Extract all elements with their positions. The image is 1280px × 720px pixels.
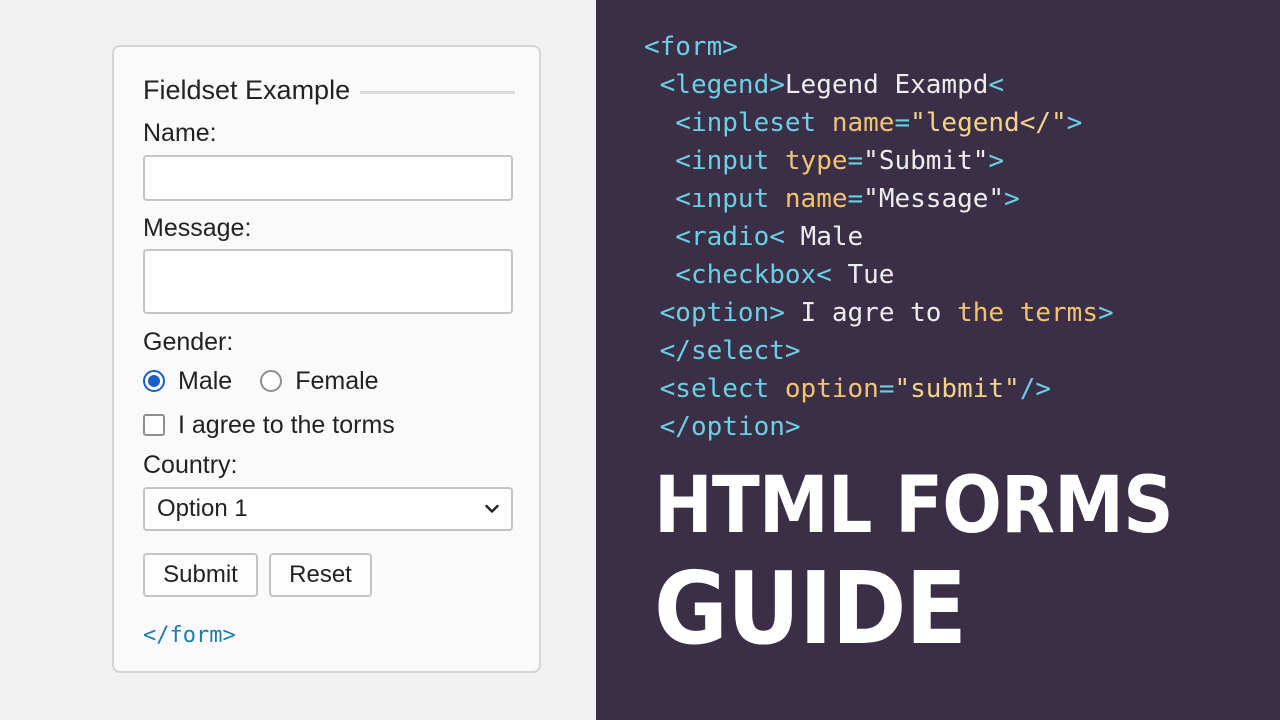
- country-selected-value: Option 1: [157, 495, 248, 522]
- code-token: <ınput: [644, 184, 785, 214]
- gender-label: Gender:: [143, 328, 234, 356]
- code-token: <legend>: [644, 70, 785, 100]
- fieldset-legend: Fieldset Example: [143, 73, 515, 107]
- code-line: <form>: [644, 28, 1114, 66]
- code-token: name: [784, 184, 848, 214]
- code-line: <input type="Submit">: [644, 142, 1114, 180]
- code-token: </option>: [644, 412, 801, 442]
- legend-divider: [360, 90, 515, 94]
- agree-checkbox[interactable]: [143, 414, 165, 436]
- country-select[interactable]: Option 1: [143, 487, 513, 531]
- code-token: </select>: [644, 336, 801, 366]
- code-token: =: [878, 374, 895, 404]
- code-token: <checkbox<: [644, 260, 848, 290]
- code-line: <inpleset name="legend</">: [644, 104, 1114, 142]
- code-panel: <form> <legend>Legend Exampd< <inpleset …: [596, 0, 1280, 720]
- code-token: <select: [644, 374, 785, 404]
- code-line: <legend>Legend Exampd<: [644, 66, 1114, 104]
- radio-female[interactable]: [260, 370, 283, 392]
- code-token: Male: [800, 222, 864, 252]
- message-label: Message:: [143, 214, 252, 242]
- code-token: >: [1097, 298, 1114, 328]
- code-token: "legend</": [910, 108, 1067, 138]
- code-token: <option>: [644, 298, 801, 328]
- radio-male[interactable]: [143, 370, 165, 392]
- reset-button[interactable]: Reset: [269, 553, 372, 597]
- code-token: name: [831, 108, 895, 138]
- code-token: >: [1066, 108, 1083, 138]
- code-token: Legend Exampd: [784, 70, 989, 100]
- agree-checkbox-row: I agree to the torms: [143, 409, 395, 441]
- code-token: =: [847, 146, 864, 176]
- code-token: Tue: [847, 260, 895, 290]
- name-input[interactable]: [143, 155, 513, 201]
- code-token: >: [988, 146, 1005, 176]
- message-textarea[interactable]: [143, 249, 513, 314]
- code-line: </select>: [644, 332, 1114, 370]
- code-token: <inpleset: [644, 108, 832, 138]
- title-line-1: HTML FORMS: [654, 461, 1174, 551]
- code-line: <option> I agre to the terms>: [644, 294, 1114, 332]
- code-token: the terms: [957, 298, 1098, 328]
- closing-form-tag: </form>: [143, 623, 236, 648]
- code-token: <radio<: [644, 222, 801, 252]
- code-token: >: [1004, 184, 1020, 214]
- name-label: Name:: [143, 119, 217, 147]
- code-token: option: [784, 374, 879, 404]
- submit-button[interactable]: Submit: [143, 553, 258, 597]
- radio-female-label: Female: [295, 366, 379, 395]
- code-token: "Submit": [863, 146, 989, 176]
- guide-title: HTML FORMS GUIDE: [654, 458, 1230, 664]
- code-token: =: [847, 184, 864, 214]
- code-token: type: [784, 146, 848, 176]
- country-label: Country:: [143, 451, 238, 479]
- code-line: <select option="submit"/>: [644, 370, 1114, 408]
- radio-male-label: Male: [178, 366, 233, 395]
- code-line: <checkbox< Tue: [644, 256, 1114, 294]
- title-line-2: GUIDE: [654, 550, 967, 667]
- legend-text: Fieldset Example: [143, 74, 351, 105]
- code-line: <ınput name="Message">: [644, 180, 1114, 218]
- code-token: =: [894, 108, 911, 138]
- agree-label: I agree to the torms: [178, 410, 395, 439]
- code-token: "Message": [863, 184, 1005, 214]
- fieldset-card: Fieldset Example Name: Message: Gender: …: [112, 45, 541, 673]
- code-snippet: <form> <legend>Legend Exampd< <inpleset …: [644, 28, 1114, 446]
- form-preview-panel: Fieldset Example Name: Message: Gender: …: [0, 0, 596, 720]
- gender-radio-group: Male Female: [143, 365, 379, 397]
- code-token: <: [988, 70, 1005, 100]
- code-token: "submit": [894, 374, 1020, 404]
- code-token: <form>: [644, 32, 738, 62]
- code-token: I agre to: [800, 298, 958, 328]
- code-token: <input: [644, 146, 785, 176]
- code-line: <radio< Male: [644, 218, 1114, 256]
- code-line: </option>: [644, 408, 1114, 446]
- code-token: />: [1019, 374, 1052, 404]
- chevron-down-icon: [485, 504, 499, 513]
